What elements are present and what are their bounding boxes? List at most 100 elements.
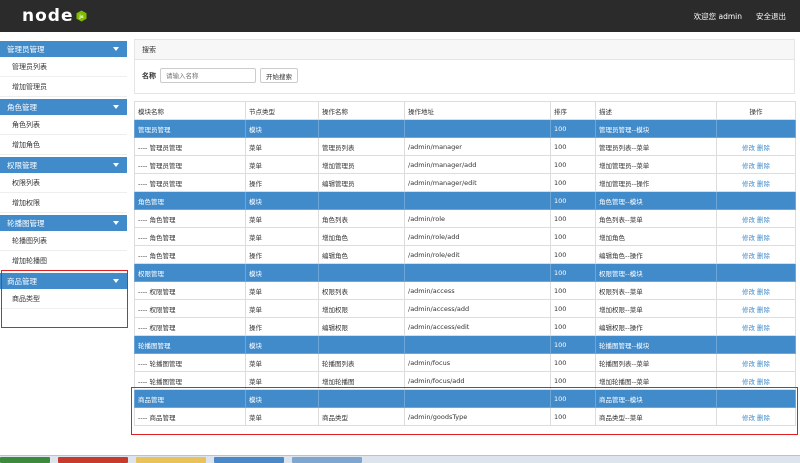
cell-sort: 100 <box>550 245 596 264</box>
cell-url: /admin/role <box>404 209 551 228</box>
caret-down-icon <box>113 105 119 109</box>
table-row: ---- 管理员管理 操作 编辑管理员/admin/manager/edit 100 增… <box>134 173 796 192</box>
cell-type: 菜单 <box>245 281 319 300</box>
cell-operations: 修改 删除 <box>716 353 796 372</box>
highlight-box-sidebar <box>1 270 128 328</box>
delete-link[interactable]: 删除 <box>757 234 770 242</box>
cell-url: /admin/access/edit <box>404 317 551 336</box>
nodejs-hex-icon: js <box>76 10 87 22</box>
delete-link[interactable]: 删除 <box>757 144 770 152</box>
sidebar-group-header[interactable]: 角色管理 <box>0 99 127 115</box>
cell-action <box>318 191 405 210</box>
delete-link[interactable]: 删除 <box>757 360 770 368</box>
col-action-url: 操作地址 <box>404 101 551 120</box>
logo-text: node <box>22 6 74 26</box>
col-module-name: 模块名称 <box>134 101 246 120</box>
edit-link[interactable]: 修改 <box>742 216 755 224</box>
cell-desc: 角色管理--模块 <box>595 191 717 210</box>
cell-type: 模块 <box>245 263 319 282</box>
cell-url: /admin/manager/edit <box>404 173 551 192</box>
cell-desc: 管理员管理--模块 <box>595 119 717 138</box>
start-search-button[interactable]: 开始搜索 <box>260 68 298 83</box>
cell-operations: 修改 删除 <box>716 317 796 336</box>
table-row-module: 权限管理 模块 100 权限管理--模块 <box>134 263 796 282</box>
edit-link[interactable]: 修改 <box>742 306 755 314</box>
table-row: ---- 管理员管理 菜单 增加管理员/admin/manager/add 100 增加… <box>134 155 796 174</box>
taskbar-app-1[interactable] <box>58 457 128 463</box>
caret-down-icon <box>113 163 119 167</box>
sidebar-item[interactable]: 权限列表 <box>0 173 127 193</box>
edit-link[interactable]: 修改 <box>742 360 755 368</box>
cell-url: /admin/role/add <box>404 227 551 246</box>
delete-link[interactable]: 删除 <box>757 216 770 224</box>
col-sort: 排序 <box>550 101 596 120</box>
edit-link[interactable]: 修改 <box>742 144 755 152</box>
cell-name: 角色管理 <box>134 191 246 210</box>
sidebar-group-label: 角色管理 <box>7 102 37 112</box>
cell-sort: 100 <box>550 209 596 228</box>
cell-url <box>404 191 551 210</box>
welcome-text: 欢迎您 admin <box>693 12 742 21</box>
cell-action: 编辑管理员 <box>318 173 405 192</box>
logout-link[interactable]: 安全退出 <box>756 11 786 22</box>
table-row: ---- 角色管理 操作 编辑角色/admin/role/edit 100 编辑角色--… <box>134 245 796 264</box>
cell-desc: 编辑角色--操作 <box>595 245 717 264</box>
edit-link[interactable]: 修改 <box>742 324 755 332</box>
sidebar-group-label: 权限管理 <box>7 160 37 170</box>
cell-operations <box>716 263 796 282</box>
sidebar-item[interactable]: 管理员列表 <box>0 57 127 77</box>
sidebar-group-header[interactable]: 轮播图管理 <box>0 215 127 231</box>
delete-link[interactable]: 删除 <box>757 180 770 188</box>
name-search-input[interactable] <box>160 68 256 83</box>
cell-action <box>318 263 405 282</box>
logo[interactable]: node js <box>22 6 87 26</box>
user-area: 欢迎您 admin 安全退出 <box>694 11 786 22</box>
cell-sort: 100 <box>550 191 596 210</box>
cell-sort: 100 <box>550 155 596 174</box>
caret-down-icon <box>113 47 119 51</box>
cell-action: 增加权限 <box>318 299 405 318</box>
edit-link[interactable]: 修改 <box>742 252 755 260</box>
taskbar-app-4[interactable] <box>292 457 362 463</box>
delete-link[interactable]: 删除 <box>757 306 770 314</box>
table-row: ---- 角色管理 菜单 增加角色/admin/role/add 100 增加角色 修改 … <box>134 227 796 246</box>
cell-url <box>404 119 551 138</box>
delete-link[interactable]: 删除 <box>757 288 770 296</box>
edit-link[interactable]: 修改 <box>742 162 755 170</box>
delete-link[interactable]: 删除 <box>757 252 770 260</box>
delete-link[interactable]: 删除 <box>757 378 770 386</box>
cell-type: 模块 <box>245 119 319 138</box>
cell-action: 增加管理员 <box>318 155 405 174</box>
caret-down-icon <box>113 221 119 225</box>
cell-operations: 修改 删除 <box>716 209 796 228</box>
cell-desc: 编辑权限--操作 <box>595 317 717 336</box>
cell-name: ---- 角色管理 <box>134 209 246 228</box>
cell-action <box>318 335 405 354</box>
taskbar-app-2[interactable] <box>136 457 206 463</box>
sidebar-item[interactable]: 轮播图列表 <box>0 231 127 251</box>
sidebar-item[interactable]: 角色列表 <box>0 115 127 135</box>
cell-operations <box>716 335 796 354</box>
cell-type: 菜单 <box>245 209 319 228</box>
cell-operations: 修改 删除 <box>716 173 796 192</box>
cell-name: ---- 轮播图管理 <box>134 353 246 372</box>
sidebar-item[interactable]: 增加管理员 <box>0 77 127 97</box>
delete-link[interactable]: 删除 <box>757 324 770 332</box>
edit-link[interactable]: 修改 <box>742 378 755 386</box>
taskbar-app-3[interactable] <box>214 457 284 463</box>
search-panel: 搜索 名称 开始搜索 <box>134 39 795 94</box>
taskbar-start-button[interactable] <box>0 457 50 463</box>
cell-name: 管理员管理 <box>134 119 246 138</box>
cell-operations: 修改 删除 <box>716 299 796 318</box>
sidebar-group-label: 管理员管理 <box>7 44 45 54</box>
edit-link[interactable]: 修改 <box>742 288 755 296</box>
sidebar-group-header[interactable]: 权限管理 <box>0 157 127 173</box>
sidebar-item[interactable]: 增加轮播图 <box>0 251 127 271</box>
sidebar-group-header[interactable]: 管理员管理 <box>0 41 127 57</box>
cell-url: /admin/access <box>404 281 551 300</box>
edit-link[interactable]: 修改 <box>742 180 755 188</box>
delete-link[interactable]: 删除 <box>757 162 770 170</box>
edit-link[interactable]: 修改 <box>742 234 755 242</box>
sidebar-item[interactable]: 增加权限 <box>0 193 127 213</box>
sidebar-item[interactable]: 增加角色 <box>0 135 127 155</box>
